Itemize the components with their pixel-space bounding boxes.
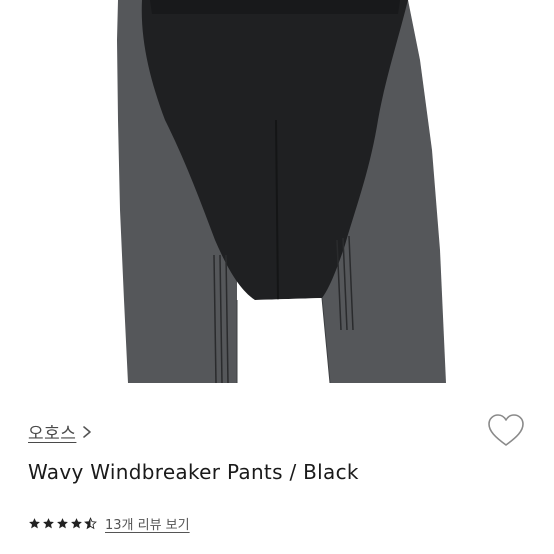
star-icon	[71, 518, 82, 529]
star-icon	[43, 518, 54, 529]
product-title: Wavy Windbreaker Pants / Black	[28, 460, 359, 484]
pants-illustration	[117, 0, 446, 383]
chevron-right-icon	[83, 425, 92, 438]
review-link[interactable]: 13개 리뷰 보기	[105, 514, 190, 533]
heart-outline-icon[interactable]	[487, 413, 525, 449]
star-icon	[29, 518, 40, 529]
waistband	[150, 0, 400, 14]
brand-link[interactable]: 오호스	[28, 419, 94, 444]
star-half-icon	[84, 517, 97, 530]
star-icon	[57, 518, 68, 529]
rating-row: 13개 리뷰 보기	[28, 514, 190, 533]
product-info: 오호스 Wavy Windbreaker Pants / Black 13개 리…	[0, 383, 554, 554]
product-detail-page: 오호스 Wavy Windbreaker Pants / Black 13개 리…	[0, 0, 554, 554]
product-image[interactable]	[0, 0, 554, 383]
leg-gap	[237, 298, 330, 383]
brand-name[interactable]: 오호스	[28, 419, 76, 444]
star-rating	[28, 517, 97, 530]
